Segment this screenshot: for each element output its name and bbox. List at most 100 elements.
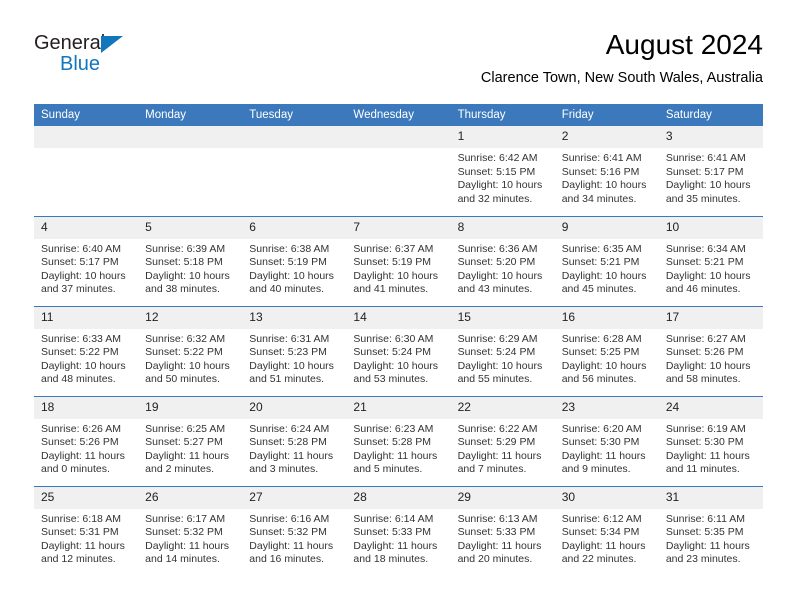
day-cell[interactable]: 8 Sunrise: 6:36 AM Sunset: 5:20 PM Dayli… [450, 215, 555, 306]
day-cell[interactable]: 13 Sunrise: 6:31 AM Sunset: 5:23 PM Dayl… [242, 305, 347, 396]
sunrise-text: Sunrise: 6:24 AM [249, 422, 330, 435]
day-number: 13 [242, 306, 347, 329]
day-details: Sunrise: 6:23 AM Sunset: 5:28 PM Dayligh… [346, 419, 450, 477]
daylight-text-line2: and 35 minutes. [665, 192, 741, 205]
daylight-text-line2: and 3 minutes. [249, 463, 319, 476]
day-number: 3 [658, 126, 763, 148]
day-cell[interactable] [34, 126, 139, 216]
day-number: 25 [34, 486, 139, 509]
sunset-text: Sunset: 5:32 PM [249, 526, 327, 539]
day-cell[interactable] [346, 126, 451, 216]
day-cell[interactable]: 12 Sunrise: 6:32 AM Sunset: 5:22 PM Dayl… [138, 305, 243, 396]
daylight-text-line2: and 16 minutes. [249, 553, 324, 566]
daylight-text-line1: Daylight: 10 hours [561, 269, 647, 282]
day-cell[interactable]: 20 Sunrise: 6:24 AM Sunset: 5:28 PM Dayl… [242, 395, 347, 486]
sunset-text: Sunset: 5:19 PM [353, 256, 432, 269]
day-cell[interactable]: 24 Sunrise: 6:19 AM Sunset: 5:30 PM Dayl… [658, 395, 763, 486]
sunset-text: Sunset: 5:21 PM [561, 256, 640, 269]
day-details [242, 148, 346, 152]
day-number [346, 126, 451, 148]
page-header: General Blue August 2024 Clarence Town, … [34, 28, 763, 98]
sunset-text: Sunset: 5:30 PM [561, 436, 640, 449]
day-number: 6 [242, 216, 347, 239]
daylight-text-line1: Daylight: 10 hours [665, 179, 751, 192]
sunrise-sunset-calendar-table: Sunday Monday Tuesday Wednesday Thursday… [34, 104, 763, 576]
daylight-text-line2: and 7 minutes. [457, 463, 527, 476]
day-cell[interactable]: 26 Sunrise: 6:17 AM Sunset: 5:32 PM Dayl… [138, 485, 243, 576]
day-cell[interactable]: 7 Sunrise: 6:37 AM Sunset: 5:19 PM Dayli… [346, 215, 451, 306]
day-number: 28 [346, 486, 451, 509]
day-cell[interactable]: 19 Sunrise: 6:25 AM Sunset: 5:27 PM Dayl… [138, 395, 243, 486]
sunrise-text: Sunrise: 6:17 AM [145, 512, 226, 525]
daylight-text-line2: and 23 minutes. [665, 553, 741, 566]
daylight-text-line2: and 11 minutes. [665, 463, 740, 476]
day-details: Sunrise: 6:28 AM Sunset: 5:25 PM Dayligh… [555, 329, 659, 387]
sunrise-text: Sunrise: 6:23 AM [353, 422, 434, 435]
daylight-text-line1: Daylight: 11 hours [561, 539, 646, 552]
sunrise-text: Sunrise: 6:32 AM [145, 332, 226, 345]
sunset-text: Sunset: 5:17 PM [41, 256, 119, 269]
day-cell[interactable]: 5 Sunrise: 6:39 AM Sunset: 5:18 PM Dayli… [138, 215, 243, 306]
weekday-header-thursday: Thursday [450, 104, 555, 126]
day-cell[interactable]: 30 Sunrise: 6:12 AM Sunset: 5:34 PM Dayl… [554, 485, 659, 576]
day-cell[interactable]: 18 Sunrise: 6:26 AM Sunset: 5:26 PM Dayl… [34, 395, 139, 486]
day-number: 15 [450, 306, 555, 329]
daylight-text-line2: and 53 minutes. [353, 373, 429, 386]
day-cell[interactable]: 10 Sunrise: 6:34 AM Sunset: 5:21 PM Dayl… [658, 215, 763, 306]
sunset-text: Sunset: 5:30 PM [665, 436, 744, 449]
day-details [34, 148, 138, 152]
sunset-text: Sunset: 5:26 PM [665, 346, 744, 359]
day-details: Sunrise: 6:37 AM Sunset: 5:19 PM Dayligh… [346, 239, 450, 297]
day-number: 5 [138, 216, 243, 239]
sunrise-text: Sunrise: 6:42 AM [457, 152, 538, 164]
sunrise-text: Sunrise: 6:20 AM [561, 422, 642, 435]
day-cell[interactable] [138, 126, 243, 216]
daylight-text-line2: and 34 minutes. [561, 192, 637, 205]
daylight-text-line1: Daylight: 10 hours [353, 359, 439, 372]
logo-text-general: General [34, 32, 106, 54]
day-cell[interactable]: 29 Sunrise: 6:13 AM Sunset: 5:33 PM Dayl… [450, 485, 555, 576]
day-details: Sunrise: 6:12 AM Sunset: 5:34 PM Dayligh… [555, 509, 659, 567]
day-cell[interactable]: 6 Sunrise: 6:38 AM Sunset: 5:19 PM Dayli… [242, 215, 347, 306]
sunset-text: Sunset: 5:35 PM [665, 526, 744, 539]
sunset-text: Sunset: 5:33 PM [457, 526, 536, 539]
generalblue-logo: General Blue [34, 32, 174, 84]
day-cell[interactable]: 17 Sunrise: 6:27 AM Sunset: 5:26 PM Dayl… [658, 305, 763, 396]
sunrise-text: Sunrise: 6:11 AM [665, 512, 746, 525]
day-details: Sunrise: 6:14 AM Sunset: 5:33 PM Dayligh… [346, 509, 450, 567]
daylight-text-line2: and 32 minutes. [457, 192, 533, 205]
day-cell[interactable]: 14 Sunrise: 6:30 AM Sunset: 5:24 PM Dayl… [346, 305, 451, 396]
day-number: 16 [554, 306, 659, 329]
day-cell[interactable]: 31 Sunrise: 6:11 AM Sunset: 5:35 PM Dayl… [658, 485, 763, 576]
day-cell[interactable]: 15 Sunrise: 6:29 AM Sunset: 5:24 PM Dayl… [450, 305, 555, 396]
day-number: 29 [450, 486, 555, 509]
day-cell[interactable]: 22 Sunrise: 6:22 AM Sunset: 5:29 PM Dayl… [450, 395, 555, 486]
day-details: Sunrise: 6:33 AM Sunset: 5:22 PM Dayligh… [34, 329, 138, 387]
day-cell[interactable]: 9 Sunrise: 6:35 AM Sunset: 5:21 PM Dayli… [554, 215, 659, 306]
day-cell[interactable]: 11 Sunrise: 6:33 AM Sunset: 5:22 PM Dayl… [34, 305, 139, 396]
logo-triangle-icon [101, 36, 123, 53]
day-cell[interactable] [242, 126, 347, 216]
day-details: Sunrise: 6:24 AM Sunset: 5:28 PM Dayligh… [242, 419, 346, 477]
day-cell[interactable]: 23 Sunrise: 6:20 AM Sunset: 5:30 PM Dayl… [554, 395, 659, 486]
day-number [242, 126, 347, 148]
day-details: Sunrise: 6:41 AM Sunset: 5:16 PM Dayligh… [555, 148, 659, 206]
day-cell[interactable]: 27 Sunrise: 6:16 AM Sunset: 5:32 PM Dayl… [242, 485, 347, 576]
sunrise-text: Sunrise: 6:40 AM [41, 242, 121, 255]
calendar-week-row: 1 Sunrise: 6:42 AM Sunset: 5:15 PM Dayli… [34, 126, 763, 216]
day-number: 9 [554, 216, 659, 239]
day-details: Sunrise: 6:40 AM Sunset: 5:17 PM Dayligh… [34, 239, 138, 297]
day-cell[interactable]: 3 Sunrise: 6:41 AM Sunset: 5:17 PM Dayli… [658, 126, 763, 216]
day-cell[interactable]: 4 Sunrise: 6:40 AM Sunset: 5:17 PM Dayli… [34, 215, 139, 306]
day-number [34, 126, 139, 148]
day-cell[interactable]: 25 Sunrise: 6:18 AM Sunset: 5:31 PM Dayl… [34, 485, 139, 576]
day-cell[interactable]: 2 Sunrise: 6:41 AM Sunset: 5:16 PM Dayli… [554, 126, 659, 216]
day-cell[interactable]: 28 Sunrise: 6:14 AM Sunset: 5:33 PM Dayl… [346, 485, 451, 576]
sunset-text: Sunset: 5:15 PM [457, 165, 536, 178]
day-cell[interactable]: 1 Sunrise: 6:42 AM Sunset: 5:15 PM Dayli… [450, 126, 555, 216]
day-details: Sunrise: 6:29 AM Sunset: 5:24 PM Dayligh… [451, 329, 555, 387]
daylight-text-line1: Daylight: 10 hours [249, 269, 334, 282]
sunset-text: Sunset: 5:25 PM [561, 346, 640, 359]
day-cell[interactable]: 21 Sunrise: 6:23 AM Sunset: 5:28 PM Dayl… [346, 395, 451, 486]
day-cell[interactable]: 16 Sunrise: 6:28 AM Sunset: 5:25 PM Dayl… [554, 305, 659, 396]
